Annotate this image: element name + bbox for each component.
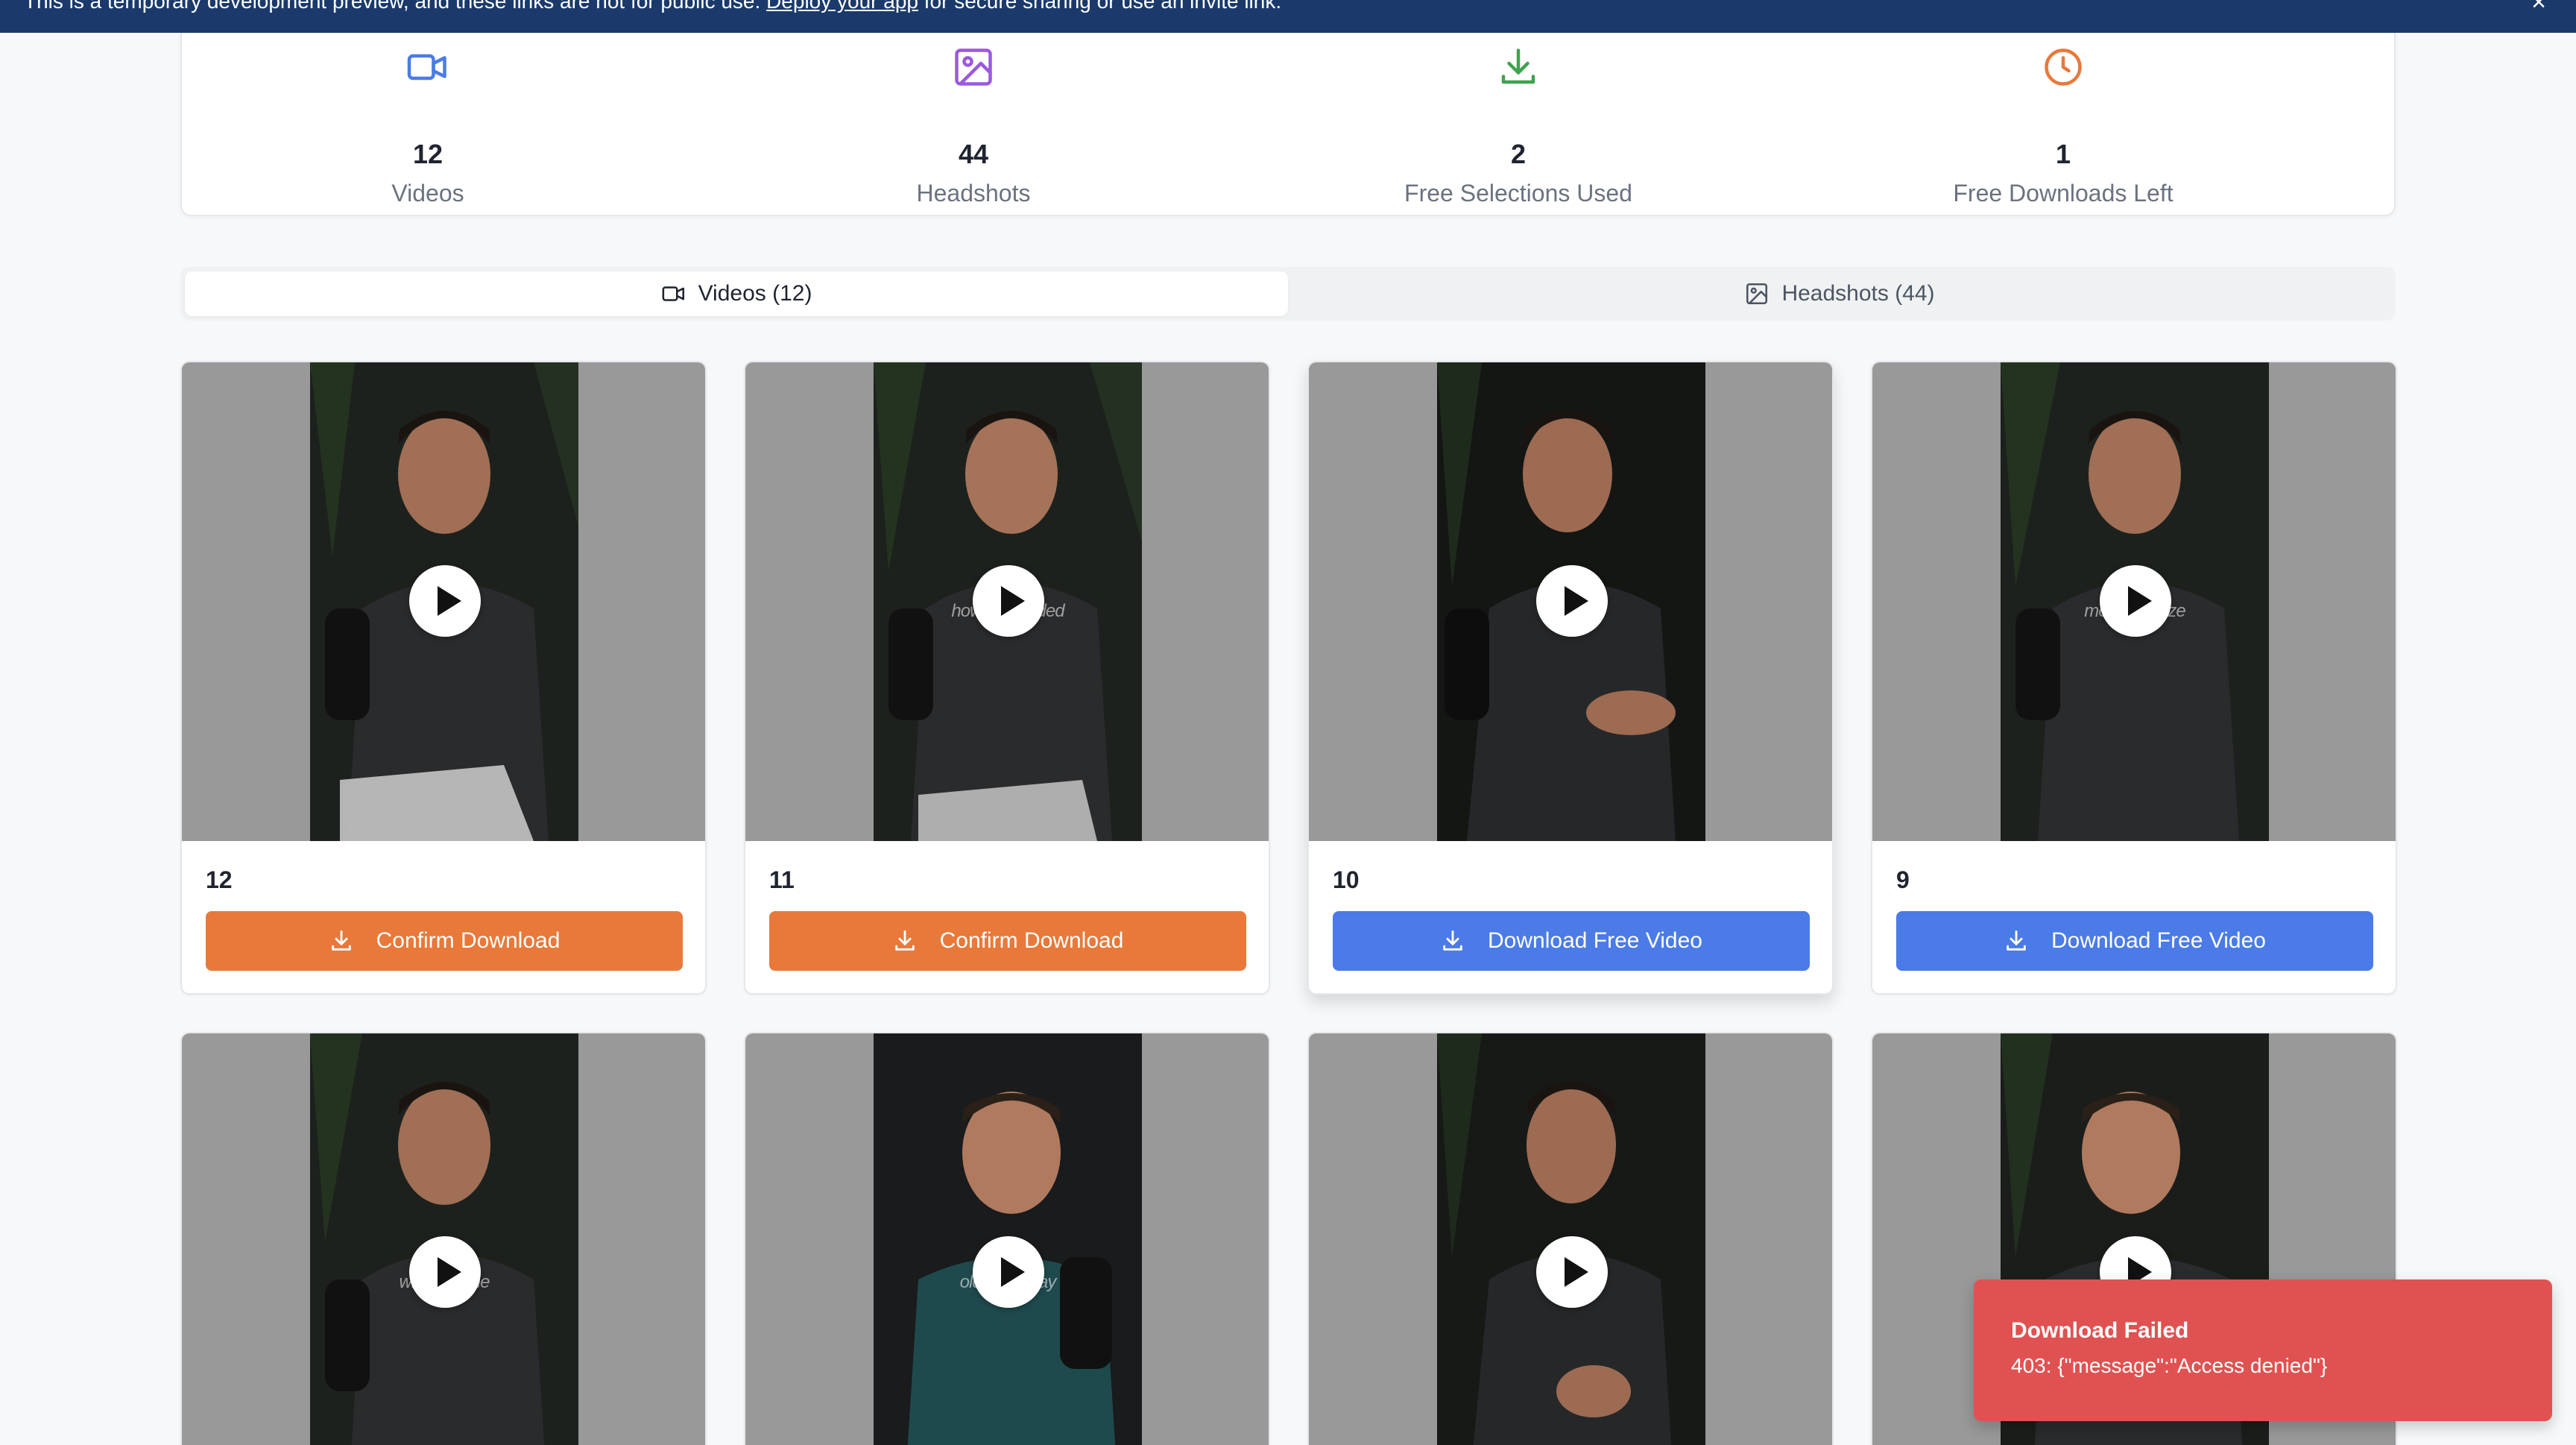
- tab-label: Videos (12): [698, 281, 812, 306]
- banner-text: This is a temporary development preview,…: [24, 0, 1281, 12]
- play-icon[interactable]: [973, 1236, 1044, 1308]
- video-title: 9: [1896, 866, 1910, 893]
- stat-label: Free Downloads Left: [1953, 180, 2174, 207]
- stats-panel: 12 Videos 44 Headshots 2 Free Selections…: [180, 33, 2396, 216]
- video-title: 12: [206, 866, 233, 893]
- video-card: how do ounded 11 Confirm Download: [744, 361, 1270, 995]
- banner-text-after: for secure sharing or use an invite link…: [924, 0, 1282, 13]
- dev-preview-banner: This is a temporary development preview,…: [0, 0, 2576, 33]
- stat-videos: 12 Videos: [204, 33, 651, 216]
- close-icon[interactable]: ×: [2531, 0, 2546, 15]
- video-thumbnail[interactable]: most p realize: [1872, 362, 2396, 841]
- button-label: Download Free Video: [1488, 928, 1702, 953]
- play-icon[interactable]: [409, 565, 481, 637]
- stat-value: 1: [2055, 139, 2071, 169]
- tab-headshots[interactable]: Headshots (44): [1288, 271, 2391, 316]
- button-label: Confirm Download: [376, 928, 561, 953]
- video-card: one vice 12 Confirm Download: [180, 361, 707, 995]
- video-card: what's of the: [180, 1032, 707, 1445]
- video-thumbnail[interactable]: old br old say: [745, 1033, 1269, 1445]
- stat-label: Free Selections Used: [1404, 180, 1632, 207]
- video-thumbnail[interactable]: that ently: [1309, 1033, 1832, 1445]
- video-thumbnail[interactable]: one vice: [182, 362, 705, 841]
- toast-title: Download Failed: [2011, 1318, 2189, 1343]
- download-icon: [1443, 930, 1462, 951]
- deploy-app-link[interactable]: Deploy your app: [766, 0, 918, 13]
- stat-headshots: 44 Headshots: [750, 33, 1197, 216]
- confirm-download-button[interactable]: Confirm Download: [206, 911, 683, 971]
- download-icon: [331, 930, 351, 951]
- stat-value: 12: [412, 139, 443, 169]
- video-thumbnail[interactable]: [1309, 362, 1832, 841]
- play-icon[interactable]: [1536, 1236, 1608, 1308]
- media-tabs: Videos (12) Headshots (44): [180, 267, 2396, 321]
- banner-text-before: This is a temporary development preview,…: [24, 0, 761, 13]
- video-card: most p realize 9 Download Free Video: [1871, 361, 2397, 995]
- video-icon: [407, 54, 446, 81]
- play-icon[interactable]: [2100, 565, 2171, 637]
- video-card: old br old say: [744, 1032, 1270, 1445]
- stat-value: 2: [1510, 139, 1527, 169]
- image-icon: [955, 48, 992, 86]
- tab-label: Headshots (44): [1781, 281, 1935, 306]
- play-icon[interactable]: [973, 565, 1044, 637]
- play-icon[interactable]: [409, 1236, 481, 1308]
- download-free-video-button[interactable]: Download Free Video: [1896, 911, 2373, 971]
- button-label: Confirm Download: [939, 928, 1124, 953]
- image-icon: [1746, 283, 1768, 305]
- button-label: Download Free Video: [2051, 928, 2266, 953]
- download-icon: [894, 930, 915, 951]
- stat-value: 44: [958, 139, 989, 169]
- play-icon[interactable]: [1536, 565, 1608, 637]
- download-icon: [2007, 930, 2026, 951]
- stat-free-selections: 2 Free Selections Used: [1295, 33, 1742, 216]
- video-thumbnail[interactable]: what's of the: [182, 1033, 705, 1445]
- video-title: 11: [769, 866, 795, 893]
- video-card: 10 Download Free Video: [1307, 361, 1834, 995]
- clock-icon: [2045, 48, 2082, 86]
- stat-label: Videos: [391, 180, 464, 207]
- error-toast[interactable]: Download Failed 403: {"message":"Access …: [1974, 1279, 2552, 1421]
- tab-videos[interactable]: Videos (12): [185, 271, 1288, 316]
- confirm-download-button[interactable]: Confirm Download: [769, 911, 1246, 971]
- stat-free-downloads: 1 Free Downloads Left: [1840, 33, 2287, 216]
- video-icon: [662, 286, 684, 301]
- toast-message: 403: {"message":"Access denied"}: [2011, 1354, 2328, 1377]
- video-card: that ently: [1307, 1032, 1834, 1445]
- stat-label: Headshots: [916, 180, 1031, 207]
- download-free-video-button[interactable]: Download Free Video: [1333, 911, 1810, 971]
- video-title: 10: [1333, 866, 1360, 893]
- download-icon: [1501, 48, 1535, 84]
- video-thumbnail[interactable]: how do ounded: [745, 362, 1269, 841]
